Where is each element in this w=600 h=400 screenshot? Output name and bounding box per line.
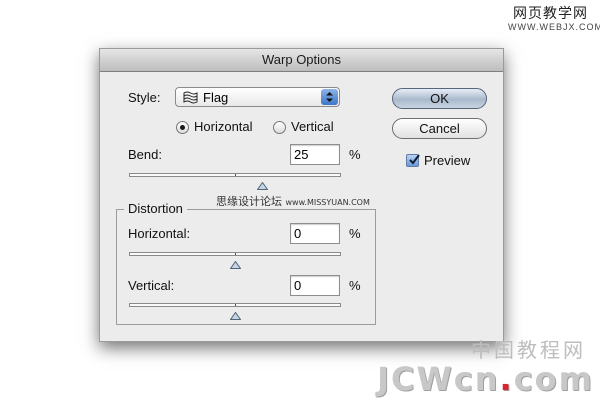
watermark-bottom-en-b: com: [513, 360, 594, 398]
bend-slider-track[interactable]: [129, 173, 341, 177]
watermark-bottom-en-a: JCWcn: [377, 360, 500, 398]
style-popup-value: Flag: [203, 90, 229, 105]
chevron-updown-icon: [321, 89, 338, 105]
horizontal-radio-label[interactable]: Horizontal: [194, 119, 253, 134]
watermark-top-right: 网页教学网 WWW.WEBJX.COM: [508, 6, 600, 32]
preview-label[interactable]: Preview: [424, 153, 470, 168]
distortion-vertical-label: Vertical:: [128, 278, 175, 293]
watermark-top-url: WWW.WEBJX.COM: [508, 22, 600, 32]
bend-field[interactable]: 25: [290, 144, 340, 165]
bend-slider-center-tick: [235, 174, 236, 176]
vertical-radio[interactable]: [273, 121, 286, 134]
flag-warp-icon: [183, 91, 198, 104]
distortion-vertical-slider-thumb[interactable]: [229, 307, 242, 320]
horizontal-radio[interactable]: [176, 121, 189, 134]
bend-slider-thumb[interactable]: [256, 177, 269, 190]
distortion-horizontal-label: Horizontal:: [128, 226, 191, 241]
vertical-radio-label[interactable]: Vertical: [291, 119, 334, 134]
distortion-vertical-center-tick: [235, 304, 236, 306]
watermark-top-cn: 网页教学网: [513, 6, 588, 22]
dialog-title: Warp Options: [100, 49, 503, 72]
watermark-mid: 思缘设计论坛 www.MISSYUAN.COM: [216, 193, 370, 209]
preview-checkbox[interactable]: [406, 154, 420, 167]
watermark-bottom-cn: 中国教程网: [471, 338, 586, 362]
distortion-vertical-unit: %: [349, 278, 361, 293]
style-popup[interactable]: Flag: [175, 87, 340, 107]
watermark-bottom: 中国教程网 JCWcn.com: [377, 338, 594, 396]
watermark-mid-cn: 思缘设计论坛: [216, 195, 282, 208]
distortion-horizontal-unit: %: [349, 226, 361, 241]
distortion-horizontal-center-tick: [235, 253, 236, 255]
distortion-horizontal-slider-thumb[interactable]: [229, 256, 242, 269]
watermark-mid-url: www.MISSYUAN.COM: [285, 198, 370, 207]
distortion-group-title: Distortion: [124, 201, 187, 216]
distortion-horizontal-field[interactable]: 0: [290, 223, 340, 244]
watermark-bottom-en: JCWcn.com: [377, 362, 594, 396]
bend-unit: %: [349, 147, 361, 162]
bend-label: Bend:: [128, 147, 162, 162]
watermark-bottom-en-dot: .: [499, 360, 514, 398]
ok-button[interactable]: OK: [392, 88, 487, 109]
checkmark-icon: [409, 154, 420, 165]
cancel-button[interactable]: Cancel: [392, 118, 487, 139]
distortion-vertical-field[interactable]: 0: [290, 275, 340, 296]
style-label: Style:: [128, 90, 161, 105]
